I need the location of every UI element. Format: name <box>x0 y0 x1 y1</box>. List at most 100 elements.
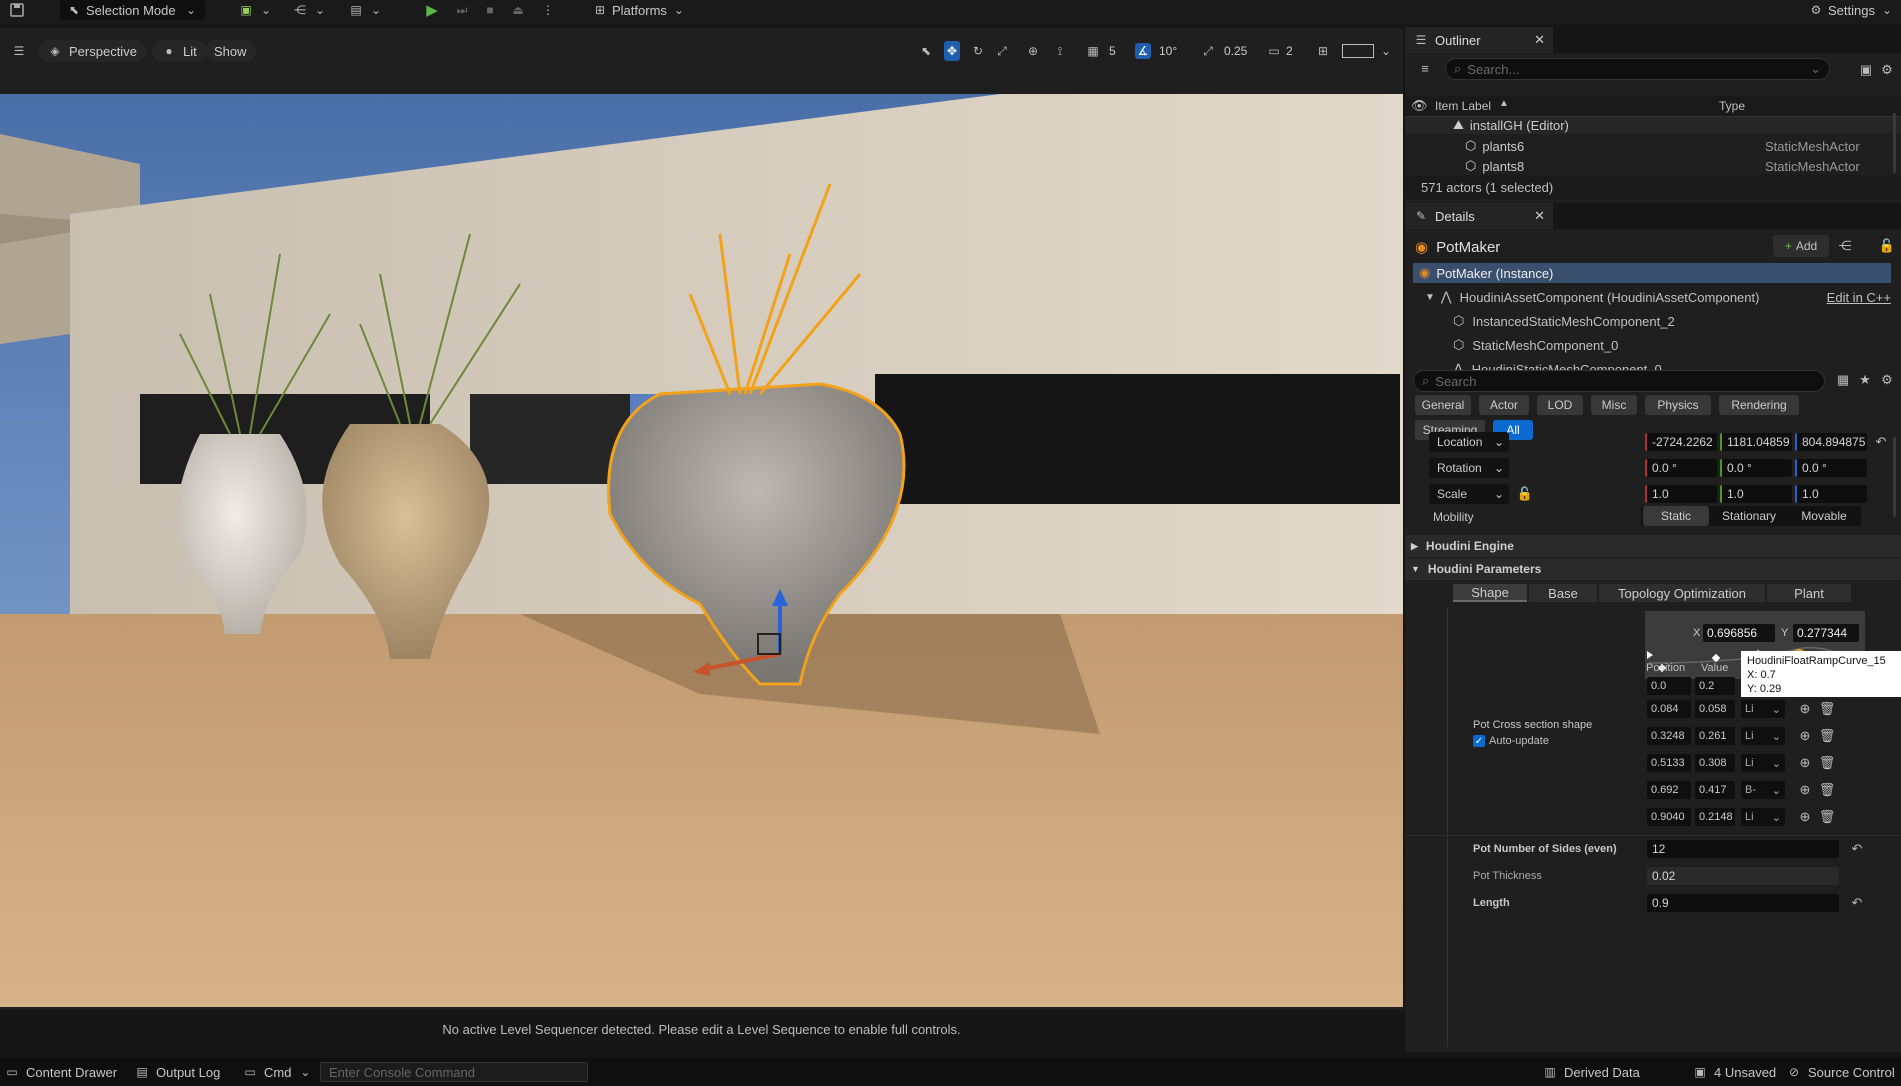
ramp-point-interp[interactable]: Li ⌄ <box>1741 808 1785 826</box>
category-general[interactable]: General <box>1415 395 1471 415</box>
component-root-row[interactable]: ▼ ⋀ HoudiniAssetComponent (HoudiniAssetC… <box>1413 287 1891 307</box>
ramp-point-interp[interactable]: B- ⌄ <box>1741 781 1785 799</box>
param-tab-shape[interactable]: Shape <box>1453 584 1527 602</box>
reset-icon[interactable]: ↶ <box>1849 895 1865 911</box>
section-houdini-engine[interactable]: ▶ Houdini Engine <box>1405 535 1901 557</box>
scale-tool-button[interactable]: ⤢ <box>994 41 1010 61</box>
param-tab-base[interactable]: Base <box>1529 584 1597 602</box>
scale-dropdown[interactable]: Scale ⌄ <box>1429 484 1509 504</box>
details-tab[interactable]: ✎ Details ✕ <box>1405 203 1553 229</box>
camera-speed-button[interactable]: ▭ 2 <box>1266 41 1292 61</box>
rotation-y[interactable]: 0.0 ° <box>1720 459 1792 477</box>
section-houdini-parameters[interactable]: ▼ Houdini Parameters <box>1405 558 1901 580</box>
ramp-point-value[interactable]: 0.261 <box>1695 727 1735 745</box>
derived-data-button[interactable]: ▥ Derived Data <box>1542 1058 1640 1086</box>
param-tab-plant[interactable]: Plant <box>1767 584 1851 602</box>
viewport-menu-button[interactable]: ☰ <box>8 40 30 62</box>
location-x[interactable]: -2724.2262 <box>1645 433 1717 451</box>
source-control-button[interactable]: ⊘ Source Control <box>1786 1058 1895 1086</box>
add-folder-icon[interactable]: ▣ <box>1858 62 1874 78</box>
play-options-button[interactable]: ⋮ <box>540 0 556 20</box>
tree-row-level[interactable]: ⛰ installGH (Editor) <box>1405 117 1901 134</box>
location-z[interactable]: 804.894875 <box>1795 433 1867 451</box>
output-log-button[interactable]: ▤ Output Log <box>134 1058 220 1086</box>
delete-icon[interactable]: 🗑 <box>1819 701 1836 717</box>
ramp-point-position[interactable]: 0.0 <box>1647 677 1691 695</box>
delete-icon[interactable]: 🗑 <box>1819 782 1836 798</box>
add-point-icon[interactable]: ⊕ <box>1797 755 1813 771</box>
select-tool-button[interactable]: ⬉ <box>918 41 934 61</box>
ramp-point-value[interactable]: 0.2148 <box>1695 808 1735 826</box>
settings-button[interactable]: ⚙ Settings ⌄ <box>1808 0 1895 20</box>
add-point-icon[interactable]: ⊕ <box>1797 809 1813 825</box>
ramp-point-interp[interactable]: Li ⌄ <box>1741 727 1785 745</box>
star-icon[interactable]: ★ <box>1857 372 1873 388</box>
scale-y[interactable]: 1.0 <box>1720 485 1792 503</box>
category-actor[interactable]: Actor <box>1479 395 1529 415</box>
scale-z[interactable]: 1.0 <box>1795 485 1867 503</box>
maximize-viewport-button[interactable]: ⊞ <box>1315 41 1331 61</box>
ramp-point-position[interactable]: 0.9040 <box>1647 808 1691 826</box>
outliner-search-input[interactable]: ⌕ Search... ⌄ <box>1445 58 1830 80</box>
content-drawer-button[interactable]: ▭ Content Drawer <box>4 1058 117 1086</box>
blueprints-button[interactable]: ⋲ ⌄ <box>292 0 328 20</box>
location-dropdown[interactable]: Location ⌄ <box>1429 432 1509 452</box>
filter-icon[interactable]: ≡ <box>1417 60 1433 76</box>
thickness-field[interactable]: 0.02 <box>1647 867 1839 885</box>
console-command-input[interactable]: Enter Console Command <box>320 1062 588 1082</box>
add-point-icon[interactable]: ⊕ <box>1797 782 1813 798</box>
ramp-point-interp[interactable]: Li ⌄ <box>1741 700 1785 718</box>
mobility-static[interactable]: Static <box>1643 506 1709 526</box>
blueprint-icon[interactable]: ⋲ <box>1837 238 1853 254</box>
location-y[interactable]: 1181.04859 <box>1720 433 1792 451</box>
category-lod[interactable]: LOD <box>1537 395 1583 415</box>
save-icon[interactable] <box>10 0 24 20</box>
ramp-point-value[interactable]: 0.308 <box>1695 754 1735 772</box>
grid-snap-button[interactable]: ▦ 5 <box>1085 41 1115 61</box>
rotate-tool-button[interactable]: ↻ <box>970 41 986 61</box>
reset-icon[interactable]: ↶ <box>1873 434 1889 450</box>
unsaved-button[interactable]: ▣ 4 Unsaved <box>1692 1058 1776 1086</box>
ramp-point-value[interactable]: 0.058 <box>1695 700 1735 718</box>
edit-in-cpp-link[interactable]: Edit in C++ <box>1827 290 1891 305</box>
outliner-scrollbar[interactable] <box>1893 113 1896 173</box>
ramp-point-position[interactable]: 0.3248 <box>1647 727 1691 745</box>
scale-lock-icon[interactable]: 🔓 <box>1517 486 1533 502</box>
column-type[interactable]: Type <box>1719 99 1745 113</box>
cinematics-button[interactable]: ▤ ⌄ <box>348 0 384 20</box>
component-instance-row[interactable]: ◉ PotMaker (Instance) <box>1413 263 1891 283</box>
length-field[interactable]: 0.9 <box>1647 894 1839 912</box>
scale-snap-button[interactable]: ⤢ 0.25 <box>1200 41 1247 61</box>
close-icon[interactable]: ✕ <box>1534 32 1545 48</box>
add-point-icon[interactable]: ⊕ <box>1797 728 1813 744</box>
outliner-tab[interactable]: ☰ Outliner ✕ <box>1405 27 1553 53</box>
component-row[interactable]: ⬡ InstancedStaticMeshComponent_2 <box>1453 311 1675 331</box>
world-space-button[interactable]: ⊕ <box>1025 41 1041 61</box>
details-search-input[interactable]: ⌕ Search <box>1413 370 1825 392</box>
category-rendering[interactable]: Rendering <box>1719 395 1799 415</box>
ramp-y-value[interactable]: 0.277344 <box>1793 624 1859 642</box>
cmd-dropdown[interactable]: ▭ Cmd ⌄ <box>242 1058 313 1086</box>
lock-icon[interactable]: 🔓 <box>1879 238 1895 254</box>
platforms-button[interactable]: ⊞ Platforms ⌄ <box>592 0 687 20</box>
rotation-snap-button[interactable]: ∡ 10° <box>1135 41 1177 61</box>
mobility-movable[interactable]: Movable <box>1789 506 1859 526</box>
add-content-button[interactable]: ▣ ⌄ <box>238 0 274 20</box>
tree-row-plants6[interactable]: ⬡ plants6 StaticMeshActor <box>1405 137 1901 155</box>
delete-icon[interactable]: 🗑 <box>1819 755 1836 771</box>
ramp-point-value[interactable]: 0.2 <box>1695 677 1735 695</box>
category-physics[interactable]: Physics <box>1645 395 1711 415</box>
category-misc[interactable]: Misc <box>1591 395 1637 415</box>
surface-snap-button[interactable]: ⟟ <box>1052 41 1068 61</box>
level-viewport[interactable]: ☰ ◈ Perspective ● Lit Show ⬉ ✥ ↻ ⤢ ⊕ ⟟ ▦… <box>0 28 1403 1010</box>
mobility-stationary[interactable]: Stationary <box>1711 506 1787 526</box>
rotation-z[interactable]: 0.0 ° <box>1795 459 1867 477</box>
add-component-button[interactable]: + Add <box>1773 235 1829 257</box>
table-view-icon[interactable]: ▦ <box>1835 372 1851 388</box>
ramp-point-value[interactable]: 0.417 <box>1695 781 1735 799</box>
ramp-x-value[interactable]: 0.696856 <box>1703 624 1775 642</box>
lit-button[interactable]: ● Lit <box>152 40 206 62</box>
viewport-layout-button[interactable]: ⌄ <box>1342 41 1394 61</box>
sides-slider[interactable]: 12 <box>1647 840 1839 858</box>
tree-row-plants8[interactable]: ⬡ plants8 StaticMeshActor <box>1405 157 1901 174</box>
